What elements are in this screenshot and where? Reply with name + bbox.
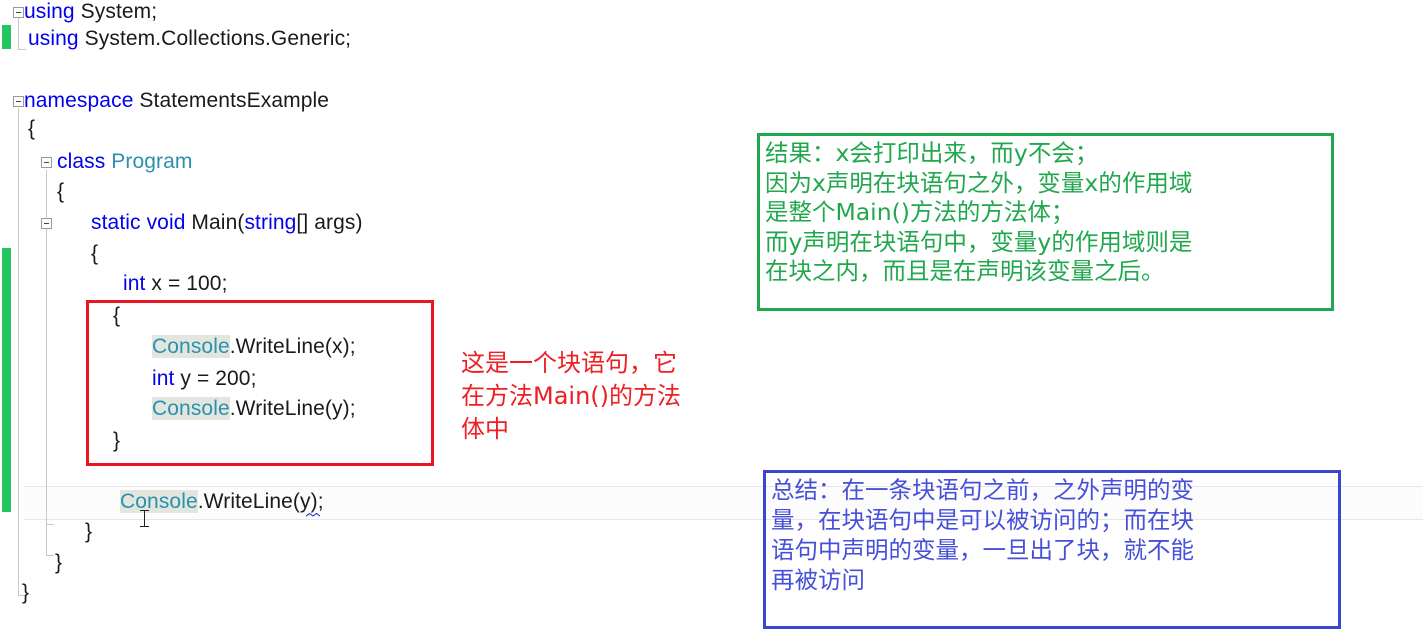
annotation-green-note: 结果：x会打印出来，而y不会； 因为x声明在块语句之外，变量x的作用域 是整个M… <box>757 133 1334 311</box>
collapse-toggle-class[interactable] <box>41 157 52 168</box>
change-bar-main <box>2 248 11 512</box>
code-token: string <box>244 211 297 234</box>
code-line[interactable]: { <box>57 181 64 203</box>
code-token: Console <box>120 490 198 513</box>
code-token: StatementsExample <box>133 89 330 112</box>
code-line[interactable]: int x = 100; <box>123 273 228 295</box>
collapse-toggle-namespace[interactable] <box>13 96 24 107</box>
mouse-ibeam-cursor <box>140 510 149 527</box>
collapse-toggle-method[interactable] <box>41 218 52 229</box>
code-token: } <box>22 581 30 604</box>
code-line[interactable]: { <box>91 243 98 265</box>
code-token: static <box>91 211 141 234</box>
screenshot-root: using System; using System.Collections.G… <box>0 0 1423 642</box>
code-token: { <box>57 180 65 203</box>
outline-guide-class-end <box>46 555 54 556</box>
outline-guide-namespace <box>18 108 19 595</box>
code-token: .WriteLine(y); <box>197 490 324 513</box>
code-token: class <box>57 150 106 173</box>
code-line[interactable]: static void Main(string[] args) <box>91 212 363 234</box>
code-token: } <box>85 520 93 543</box>
outline-guide-method-end <box>46 524 54 525</box>
code-line[interactable]: Console.WriteLine(y); <box>120 490 324 513</box>
code-token: using <box>24 0 75 23</box>
code-token: { <box>28 117 36 140</box>
annotation-blue-note: 总结：在一条块语句之前，之外声明的变 量，在块语句中是可以被访问的；而在块 语句… <box>763 470 1341 629</box>
code-token: x = 100; <box>145 272 228 295</box>
code-token: void <box>146 211 186 234</box>
code-token: } <box>55 551 63 574</box>
outline-guide-using-end <box>18 49 26 50</box>
code-token: System.Collections.Generic; <box>78 27 352 50</box>
code-line[interactable]: } <box>85 521 92 543</box>
outline-guide-using <box>18 16 19 49</box>
code-line[interactable]: using System; <box>24 1 157 23</box>
code-token: Program <box>111 150 193 173</box>
annotation-red-note: 这是一个块语句，它 在方法Main()的方法 体中 <box>461 349 682 443</box>
code-token: [] args) <box>296 211 363 234</box>
bottom-edge <box>0 632 1423 642</box>
code-token: namespace <box>24 89 134 112</box>
code-token: { <box>91 242 99 265</box>
code-line[interactable]: namespace StatementsExample <box>24 90 329 112</box>
code-token: System; <box>74 0 158 23</box>
code-token: int <box>123 272 146 295</box>
code-line[interactable]: { <box>28 118 35 140</box>
code-token: Main( <box>185 211 245 234</box>
code-line[interactable]: } <box>55 552 62 574</box>
collapse-toggle-using[interactable] <box>13 7 24 18</box>
code-token: using <box>28 27 79 50</box>
block-statement-highlight-box <box>86 300 434 466</box>
code-line[interactable]: using System.Collections.Generic; <box>28 28 351 50</box>
code-line[interactable]: class Program <box>57 151 193 173</box>
change-bar-top <box>2 25 11 49</box>
code-line[interactable]: } <box>22 582 29 604</box>
error-squiggle-icon <box>306 513 320 517</box>
